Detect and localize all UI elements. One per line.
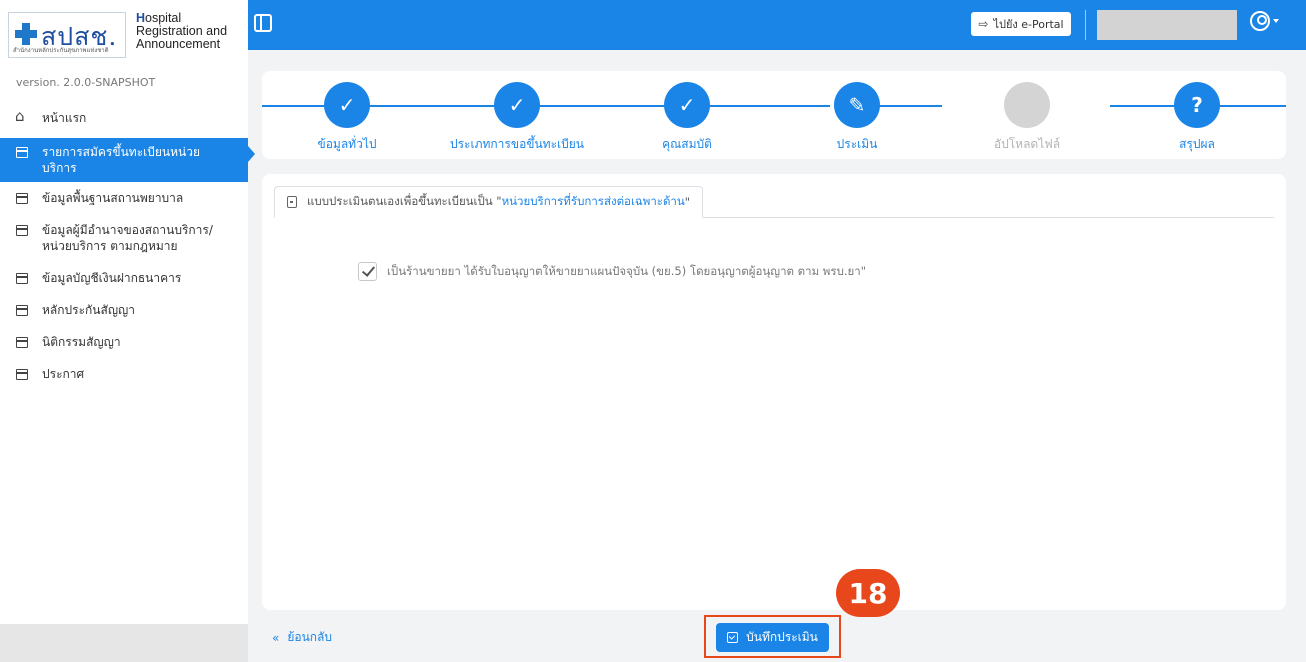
- assessment-panel: แบบประเมินตนเองเพื่อขึ้นทะเบียนเป็น " หน่…: [262, 174, 1286, 610]
- sidebar-item-label: ประกาศ: [42, 367, 85, 381]
- tab-label-highlight: หน่วยบริการที่รับการส่งต่อเฉพาะด้าน: [501, 194, 685, 208]
- step-assessment[interactable]: ✎ ประเมิน: [772, 82, 942, 154]
- question-icon: ?: [1174, 82, 1220, 128]
- tab-label-suffix: ": [684, 195, 691, 209]
- sidebar-item-label: ข้อมูลพื้นฐานสถานพยาบาล: [42, 191, 184, 205]
- sidebar-item-announcement[interactable]: ประกาศ: [0, 360, 248, 388]
- save-assessment-button[interactable]: บันทึกประเมิน: [716, 623, 829, 652]
- save-icon: [727, 632, 739, 643]
- sidebar-item-facility-info[interactable]: ข้อมูลพื้นฐานสถานพยาบาล: [0, 184, 248, 212]
- sidebar-footer: [0, 624, 248, 662]
- caret-down-icon: [1273, 19, 1279, 23]
- step-summary[interactable]: ? สรุปผล: [1112, 82, 1282, 154]
- topbar-divider: [1085, 10, 1086, 40]
- step-registration-type[interactable]: ✓ ประเภทการขอขึ้นทะเบียน: [432, 82, 602, 154]
- check-icon: ✓: [324, 82, 370, 128]
- window-icon: [16, 193, 28, 204]
- sidebar-item-authorized-persons[interactable]: ข้อมูลผู้มีอำนาจของสถานบริการ/ หน่วยบริก…: [0, 216, 248, 260]
- step-pending-circle: [1004, 82, 1050, 128]
- logo[interactable]: สปสช. สำนักงานหลักประกันสุขภาพแห่งชาติ H…: [0, 0, 248, 68]
- user-icon: [1250, 11, 1270, 31]
- sidebar-item-contract-guarantee[interactable]: หลักประกันสัญญา: [0, 296, 248, 324]
- assessment-tab[interactable]: แบบประเมินตนเองเพื่อขึ้นทะเบียนเป็น " หน่…: [274, 186, 704, 218]
- edit-icon: ✎: [834, 82, 880, 128]
- step-number-badge: 18: [836, 569, 900, 617]
- window-icon: [16, 273, 28, 284]
- checkbox-label: เป็นร้านขายยา ได้รับใบอนุญาตให้ขายยาแผนป…: [387, 263, 867, 278]
- version-label: version. 2.0.0-SNAPSHOT: [16, 76, 156, 89]
- eportal-button[interactable]: ⇨ ไปยัง e-Portal: [971, 12, 1071, 36]
- checkbox-checked[interactable]: [358, 262, 377, 281]
- step-qualifications[interactable]: ✓ คุณสมบัติ: [602, 82, 772, 154]
- user-menu-button[interactable]: [1248, 8, 1282, 38]
- window-icon: [16, 305, 28, 316]
- check-icon: ✓: [494, 82, 540, 128]
- logo-title: Hospital Registration and Announcement: [136, 11, 228, 51]
- tab-label-prefix: แบบประเมินตนเองเพื่อขึ้นทะเบียนเป็น ": [307, 194, 502, 208]
- sidebar-menu: หน้าแรก รายการสมัครขึ้นทะเบียนหน่วยบริกา…: [0, 104, 255, 388]
- step-upload-files: อัปโหลดไฟล์: [942, 82, 1112, 154]
- top-bar: ⇨ ไปยัง e-Portal: [248, 0, 1306, 50]
- sidebar-item-label: ข้อมูลผู้มีอำนาจของสถานบริการ/ หน่วยบริก…: [42, 223, 213, 253]
- back-button[interactable]: « ย้อนกลับ: [272, 628, 332, 647]
- home-icon: [15, 108, 28, 125]
- step-label: ข้อมูลทั่วไป: [317, 137, 377, 151]
- logo-subtitle: สำนักงานหลักประกันสุขภาพแห่งชาติ: [13, 47, 109, 54]
- window-icon: [16, 337, 28, 348]
- double-chevron-left-icon: «: [272, 630, 280, 645]
- step-label: อัปโหลดไฟล์: [993, 137, 1061, 151]
- sidebar-toggle-icon[interactable]: [254, 14, 272, 32]
- step-general-info[interactable]: ✓ ข้อมูลทั่วไป: [262, 82, 432, 154]
- sidebar-item-label: นิติกรรมสัญญา: [42, 335, 121, 349]
- back-label: ย้อนกลับ: [287, 630, 333, 644]
- sidebar-item-bank-account[interactable]: ข้อมูลบัญชีเงินฝากธนาคาร: [0, 264, 248, 292]
- eportal-label: ไปยัง e-Portal: [993, 18, 1064, 31]
- sidebar-item-home[interactable]: หน้าแรก: [0, 104, 248, 132]
- step-label: คุณสมบัติ: [662, 137, 712, 151]
- sign-in-icon: ⇨: [978, 17, 989, 31]
- window-icon: [16, 225, 28, 236]
- sidebar-item-label: ข้อมูลบัญชีเงินฝากธนาคาร: [42, 271, 182, 285]
- sidebar-item-registration-list[interactable]: รายการสมัครขึ้นทะเบียนหน่วยบริการ: [0, 138, 255, 182]
- save-label: บันทึกประเมิน: [746, 630, 818, 644]
- sidebar-item-contract[interactable]: นิติกรรมสัญญา: [0, 328, 248, 356]
- check-icon: ✓: [664, 82, 710, 128]
- step-label: ประเภทการขอขึ้นทะเบียน: [449, 137, 584, 151]
- step-label: ประเมิน: [836, 137, 878, 151]
- assessment-checkbox-row[interactable]: เป็นร้านขายยา ได้รับใบอนุญาตให้ขายยาแผนป…: [358, 262, 866, 281]
- window-icon: [16, 147, 28, 158]
- sidebar: สปสช. สำนักงานหลักประกันสุขภาพแห่งชาติ H…: [0, 0, 255, 662]
- sidebar-item-label: รายการสมัครขึ้นทะเบียนหน่วยบริการ: [42, 145, 200, 175]
- clipboard-icon: [287, 196, 297, 208]
- step-label: สรุปผล: [1179, 137, 1215, 151]
- logo-emblem: สปสช. สำนักงานหลักประกันสุขภาพแห่งชาติ: [8, 12, 126, 58]
- window-icon: [16, 369, 28, 380]
- stepper: ✓ ข้อมูลทั่วไป ✓ ประเภทการขอขึ้นทะเบียน …: [262, 71, 1286, 159]
- user-name-redacted: [1097, 10, 1237, 40]
- sidebar-item-label: หน้าแรก: [42, 111, 87, 125]
- sidebar-item-label: หลักประกันสัญญา: [42, 303, 136, 317]
- medical-cross-icon: [15, 23, 37, 45]
